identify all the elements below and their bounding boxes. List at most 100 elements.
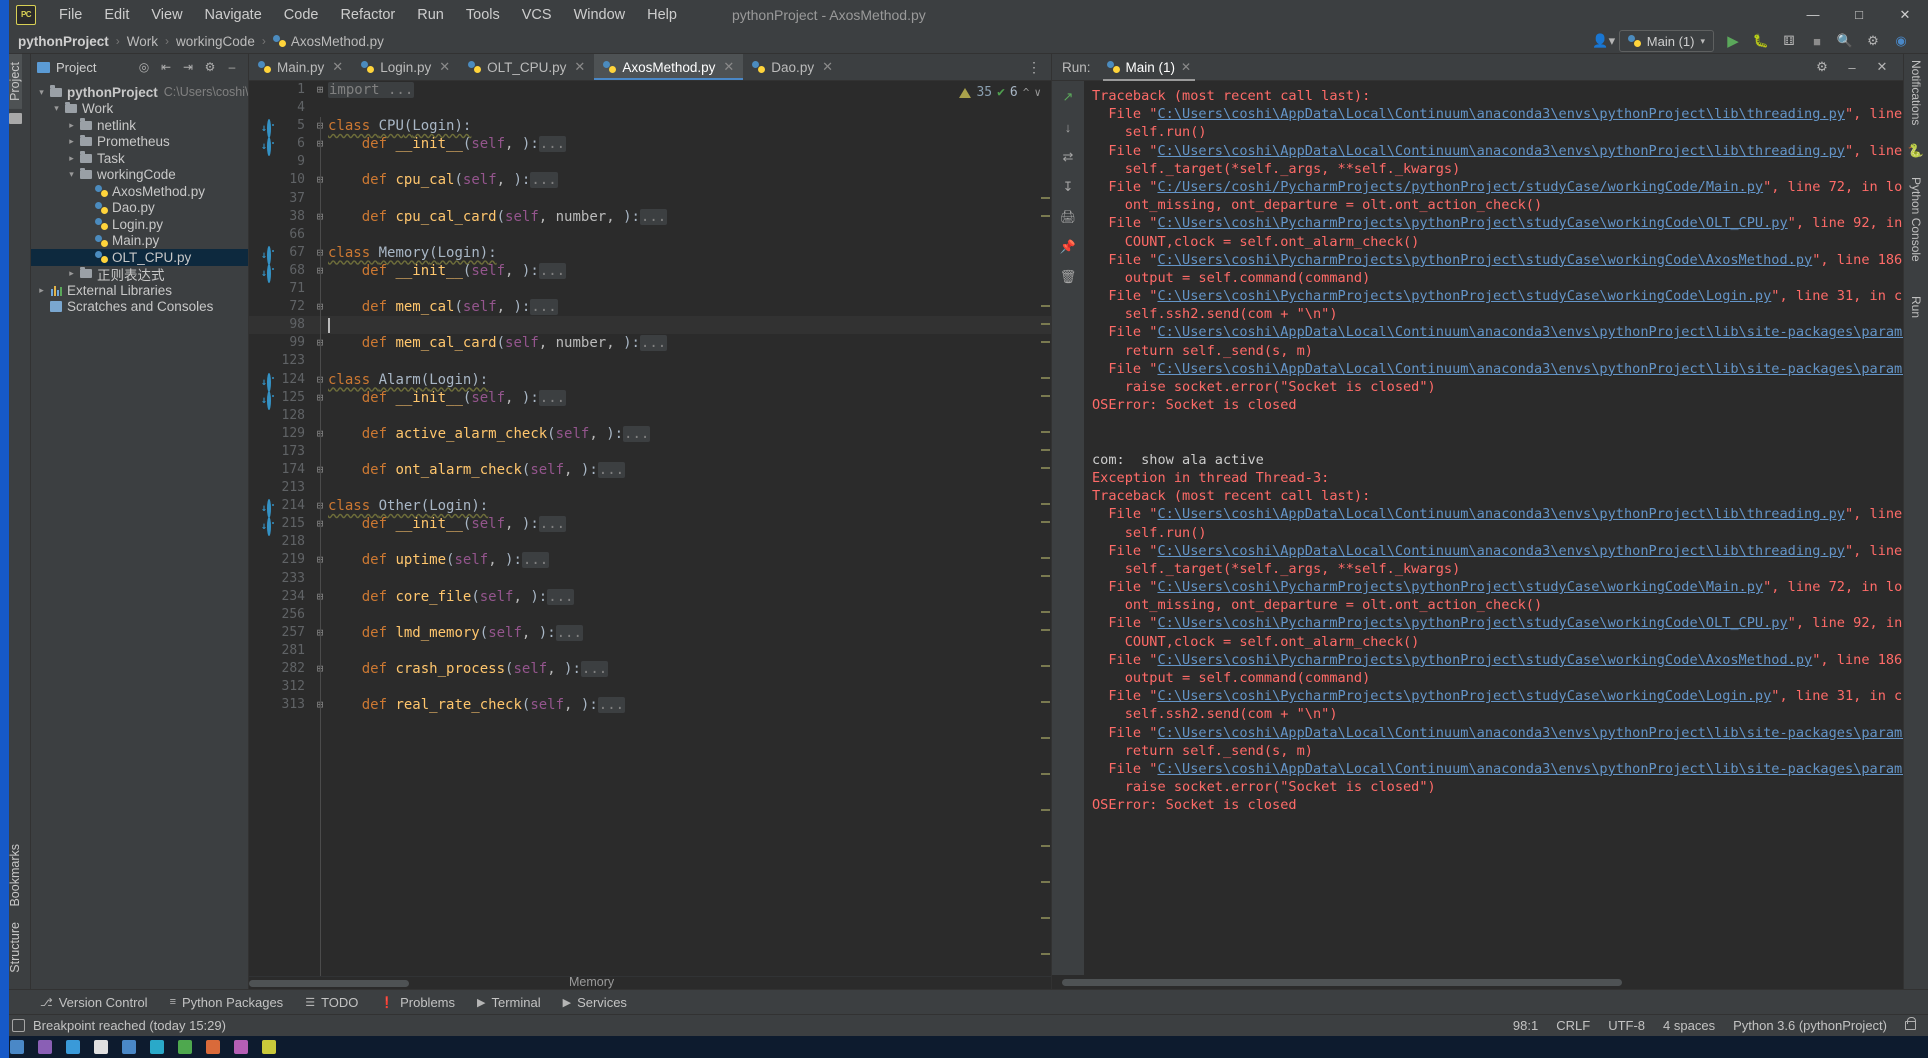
coverage-icon[interactable]: ⚅: [1776, 30, 1802, 52]
tree-item-pythonproject[interactable]: ▾ pythonProject C:\Users\coshi\Py: [31, 84, 248, 101]
taskbar-icon[interactable]: [262, 1040, 276, 1054]
unlocked-icon[interactable]: [1905, 1017, 1916, 1030]
file-link[interactable]: C:\Users\coshi\AppData\Local\Continuum\a…: [1157, 506, 1844, 522]
python-interpreter[interactable]: Python 3.6 (pythonProject): [1733, 1018, 1887, 1033]
inspection-marker[interactable]: [1041, 611, 1050, 613]
breadcrumb-project[interactable]: pythonProject: [18, 34, 109, 49]
chevron-down-icon[interactable]: ∨: [1034, 86, 1041, 99]
file-link[interactable]: C:\Users\coshi\PycharmProjects\pythonPro…: [1157, 615, 1787, 631]
code-line[interactable]: 67↓⊟class Memory(Login):: [249, 244, 1051, 265]
expand-all-icon[interactable]: ⇥: [178, 57, 198, 77]
caret-position[interactable]: 98:1: [1513, 1018, 1538, 1033]
code-line[interactable]: 281: [249, 642, 1051, 660]
tool-window-button-version-control[interactable]: ⎇ Version Control: [40, 995, 148, 1010]
taskbar-icon[interactable]: [234, 1040, 248, 1054]
inspection-marker[interactable]: [1041, 575, 1050, 577]
console-output[interactable]: Traceback (most recent call last): File …: [1084, 81, 1903, 975]
inspection-marker[interactable]: [1041, 377, 1050, 379]
file-link[interactable]: C:\Users\coshi\PycharmProjects\pythonPro…: [1157, 288, 1771, 304]
code-line[interactable]: 66: [249, 226, 1051, 244]
editor-tabs-overflow-icon[interactable]: ⋮: [1017, 54, 1051, 80]
close-icon[interactable]: ✕: [332, 59, 343, 75]
taskbar-icon[interactable]: [206, 1040, 220, 1054]
menu-code[interactable]: Code: [273, 5, 330, 25]
taskbar-icon[interactable]: [178, 1040, 192, 1054]
close-icon[interactable]: ✕: [1869, 56, 1895, 78]
rail-tab-structure[interactable]: Structure: [8, 914, 22, 981]
scroll-to-end-icon[interactable]: ↧: [1058, 177, 1078, 197]
menu-window[interactable]: Window: [563, 5, 637, 25]
code-line[interactable]: 38⊞ def cpu_cal_card(self, number, ):...: [249, 208, 1051, 226]
inspection-marker[interactable]: [1041, 503, 1050, 505]
memory-indicator[interactable]: Memory: [569, 975, 614, 989]
code-line[interactable]: 123: [249, 352, 1051, 370]
inspection-marker[interactable]: [1041, 737, 1050, 739]
file-link[interactable]: C:\Users\coshi\PycharmProjects\pythonPro…: [1157, 579, 1763, 595]
tool-window-button-problems[interactable]: ❗ Problems: [380, 995, 455, 1010]
ide-icon[interactable]: ◉: [1888, 30, 1914, 52]
tree-item-task[interactable]: ▸ Task: [31, 150, 248, 167]
chevron-right-icon[interactable]: ▸: [65, 120, 78, 131]
menu-tools[interactable]: Tools: [455, 5, 511, 25]
taskbar-icon[interactable]: [66, 1040, 80, 1054]
code-line[interactable]: 215↓⊞ def __init__(self, ):...: [249, 515, 1051, 537]
run-icon[interactable]: ▶: [1720, 30, 1746, 52]
editor-tab-main-py[interactable]: Main.py ✕: [249, 54, 352, 80]
tree-item-workingcode[interactable]: ▾ workingCode: [31, 167, 248, 184]
debug-icon[interactable]: 🐛: [1748, 30, 1774, 52]
menu-help[interactable]: Help: [636, 5, 688, 25]
menu-view[interactable]: View: [140, 5, 193, 25]
menu-run[interactable]: Run: [406, 5, 455, 25]
rail-tab-bookmarks[interactable]: Bookmarks: [8, 836, 22, 915]
code-line[interactable]: 125↓⊞ def __init__(self, ):...: [249, 389, 1051, 410]
indent-setting[interactable]: 4 spaces: [1663, 1018, 1715, 1033]
code-line[interactable]: 9: [249, 153, 1051, 171]
inspection-marker[interactable]: [1041, 629, 1050, 631]
code-line[interactable]: 5↓⊟class CPU(Login):: [249, 117, 1051, 139]
code-line[interactable]: 71: [249, 280, 1051, 298]
file-link[interactable]: C:\Users\coshi\AppData\Local\Continuum\a…: [1157, 761, 1903, 777]
code-line[interactable]: 214↓⊟class Other(Login):: [249, 497, 1051, 519]
code-line[interactable]: 124↓⊟class Alarm(Login):: [249, 371, 1051, 392]
inspection-marker[interactable]: [1041, 917, 1050, 919]
breadcrumb-workingcode[interactable]: workingCode: [176, 34, 255, 49]
editor-tab-olt-cpu-py[interactable]: OLT_CPU.py ✕: [459, 54, 594, 80]
scrollbar-thumb[interactable]: [1062, 979, 1622, 986]
inspection-marker[interactable]: [1041, 881, 1050, 883]
code-line[interactable]: 174⊞ def ont_alarm_check(self, ):...: [249, 461, 1051, 479]
taskbar-icon[interactable]: [122, 1040, 136, 1054]
inspection-marker[interactable]: [1041, 449, 1050, 451]
inspection-marker[interactable]: [1041, 845, 1050, 847]
close-icon[interactable]: ✕: [439, 59, 450, 75]
inspection-marker[interactable]: [1041, 557, 1050, 559]
menu-file[interactable]: File: [48, 5, 93, 25]
gear-icon[interactable]: ⚙: [1809, 56, 1835, 78]
chevron-up-icon[interactable]: ^: [1023, 86, 1030, 99]
chevron-down-icon[interactable]: ▾: [65, 169, 78, 180]
minimize-button[interactable]: —: [1790, 0, 1836, 29]
breadcrumb-file[interactable]: AxosMethod.py: [272, 34, 384, 49]
inspection-marker[interactable]: [1041, 197, 1050, 199]
inspection-marker[interactable]: [1041, 431, 1050, 433]
code-line[interactable]: 129⊞ def active_alarm_check(self, ):...: [249, 425, 1051, 443]
file-link[interactable]: C:\Users\coshi\PycharmProjects\pythonPro…: [1157, 215, 1787, 231]
editor-tab-login-py[interactable]: Login.py ✕: [352, 54, 459, 80]
tree-item-axosmethod-py[interactable]: AxosMethod.py: [31, 183, 248, 200]
editor-marker-strip[interactable]: [1039, 105, 1051, 976]
code-viewport[interactable]: 1 ⊞import ... 45↓⊟class CPU(Login):6↓⊞ def…: [249, 81, 1051, 976]
inspection-marker[interactable]: [1041, 323, 1050, 325]
stop-icon[interactable]: ■: [1804, 30, 1830, 52]
file-link[interactable]: C:\Users\coshi\AppData\Local\Continuum\a…: [1157, 361, 1903, 377]
tree-item-dao-py[interactable]: Dao.py: [31, 200, 248, 217]
inspection-marker[interactable]: [1041, 665, 1050, 667]
file-link[interactable]: C:\Users\coshi\AppData\Local\Continuum\a…: [1157, 324, 1903, 340]
print-icon[interactable]: 🖨: [1058, 207, 1078, 227]
editor-horizontal-scrollbar[interactable]: Memory: [249, 975, 1051, 989]
inspection-marker[interactable]: [1041, 953, 1050, 955]
inspection-marker[interactable]: [1041, 467, 1050, 469]
chevron-down-icon[interactable]: ▾: [50, 103, 63, 114]
code-line[interactable]: 218: [249, 533, 1051, 551]
tree-item-netlink[interactable]: ▸ netlink: [31, 117, 248, 134]
pin-icon[interactable]: 📌: [1058, 237, 1078, 257]
scrollbar-thumb[interactable]: [249, 980, 409, 987]
